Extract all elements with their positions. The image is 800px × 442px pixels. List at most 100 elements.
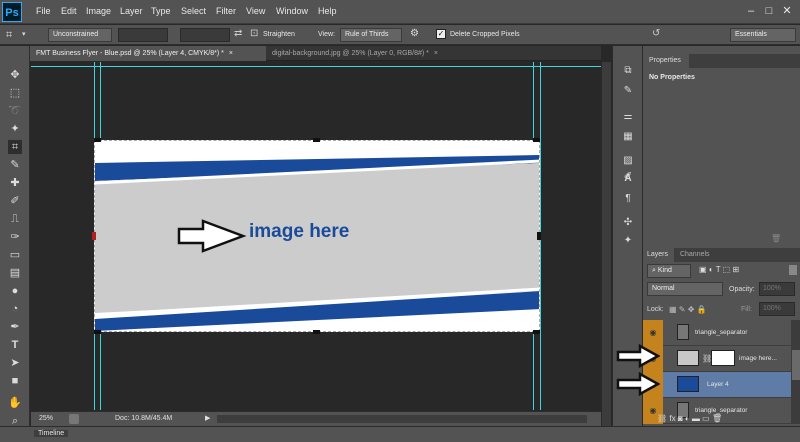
move-icon[interactable]: ✥ [8, 68, 22, 82]
layer-row-selected[interactable]: ◉ Layer 4 [643, 372, 791, 398]
crop-width-field[interactable] [118, 28, 168, 42]
layer-kind-filter[interactable]: ⌕ Kind [647, 264, 691, 278]
lock-icons[interactable]: ▦ ✎ ✥ 🔒 [669, 305, 707, 314]
guide-horizontal[interactable] [31, 66, 601, 67]
hand-icon[interactable]: ✋ [8, 396, 22, 410]
restore-button[interactable]: □ [762, 4, 776, 18]
opacity-field[interactable]: 100% [759, 282, 795, 296]
status-menu-arrow[interactable]: ▶ [205, 414, 210, 422]
type-panel-icon[interactable]: A [621, 172, 635, 186]
layer-name[interactable]: triangle_separator [695, 407, 747, 414]
filter-toggle[interactable] [789, 265, 797, 275]
straighten-label[interactable]: Straighten [263, 31, 295, 38]
blur-icon[interactable]: ● [8, 284, 22, 298]
crop-handle-bl[interactable] [94, 330, 101, 334]
crop-handle-tr[interactable] [533, 138, 540, 142]
dodge-icon[interactable]: ◔ [8, 302, 22, 316]
brush-icon[interactable]: ✐ [8, 194, 22, 208]
document-canvas[interactable]: image here [94, 140, 540, 332]
history-brush-icon[interactable]: ✑ [8, 230, 22, 244]
layer-row[interactable]: ◉ ⛓ image here... [643, 346, 791, 372]
magic-wand-icon[interactable]: ✦ [8, 122, 22, 136]
menu-edit[interactable]: Edit [61, 6, 77, 16]
menu-image[interactable]: Image [86, 6, 111, 16]
reset-icon[interactable]: ↺ [652, 28, 660, 39]
layer-thumbnail [677, 324, 689, 340]
adjustments-icon[interactable]: ⚌ [621, 110, 635, 124]
styles-icon[interactable]: ▦ [621, 130, 635, 144]
close-icon[interactable]: × [229, 50, 233, 57]
healing-icon[interactable]: ✚ [8, 176, 22, 190]
crop-icon[interactable]: ⌗ [8, 140, 22, 154]
layers-scrollbar[interactable] [791, 320, 800, 424]
menu-select[interactable]: Select [181, 6, 206, 16]
swap-icon[interactable]: ⇄ [234, 28, 242, 39]
aspect-ratio-select[interactable]: Unconstrained [48, 28, 112, 42]
menu-help[interactable]: Help [318, 6, 337, 16]
crop-tool-preset-icon[interactable]: ⌗ [6, 28, 20, 42]
layer-name[interactable]: Layer 4 [707, 381, 729, 388]
marquee-icon[interactable]: ⬚ [8, 86, 22, 100]
layer-row[interactable]: ◉ triangle_separator [643, 320, 791, 346]
close-window-button[interactable]: ✕ [780, 4, 794, 18]
type-icon[interactable]: T [8, 338, 22, 352]
annotation-arrow-2 [616, 372, 660, 396]
crop-handle-br[interactable] [533, 330, 540, 334]
close-icon[interactable]: × [434, 50, 438, 57]
status-info-icon[interactable] [69, 414, 79, 424]
vertical-scrollbar[interactable] [601, 62, 611, 426]
clone-source-icon[interactable]: ✦ [621, 234, 635, 248]
overlay-view-select[interactable]: Rule of Thirds [340, 28, 402, 42]
trash-icon[interactable]: 🗑 [771, 234, 781, 243]
gradient-icon[interactable]: ▤ [8, 266, 22, 280]
menu-view[interactable]: View [246, 6, 265, 16]
crop-handle-top[interactable] [313, 138, 320, 142]
fill-field[interactable]: 100% [759, 302, 795, 316]
crop-handle-tl[interactable] [94, 138, 101, 142]
pixel-filter-icon[interactable]: ▣ ◐ T ⬚ ⊞ [699, 265, 739, 274]
menu-window[interactable]: Window [276, 6, 308, 16]
chevron-down-icon[interactable]: ▾ [22, 30, 26, 38]
menu-file[interactable]: File [36, 6, 51, 16]
layers-footer-icons[interactable]: ⛓ fx ◙ ◐ ▬ ▭ 🗑 [657, 414, 722, 423]
clone-stamp-icon[interactable]: ⎍ [8, 212, 22, 226]
path-select-icon[interactable]: ➤ [8, 356, 22, 370]
tab-properties[interactable]: Properties [643, 54, 689, 68]
pen-icon[interactable]: ✒ [8, 320, 22, 334]
minimize-button[interactable]: – [744, 4, 758, 18]
eraser-icon[interactable]: ▭ [8, 248, 22, 262]
document-tabs: FMT Business Flyer - Blue.psd @ 25% (Lay… [30, 46, 601, 61]
delete-cropped-checkbox[interactable]: ✓ [436, 29, 446, 39]
options-bar: ⌗ ▾ Unconstrained ⇄ ⊡ Straighten View: R… [0, 25, 800, 45]
crop-height-field[interactable] [180, 28, 230, 42]
zoom-level[interactable]: 25% [39, 415, 53, 422]
tool-presets-icon[interactable]: ✎ [621, 84, 635, 98]
eye-icon[interactable]: ◉ [643, 320, 663, 346]
tools-sliders-icon[interactable]: ✣ [621, 216, 635, 230]
shape-icon[interactable]: ■ [8, 374, 22, 388]
menu-type[interactable]: Type [151, 6, 171, 16]
workspace-select[interactable]: Essentials [730, 28, 796, 42]
eyedropper-icon[interactable]: ✎ [8, 158, 22, 172]
straighten-icon[interactable]: ⊡ [250, 28, 258, 39]
tab-label: digital-background.jpg @ 25% (Layer 0, R… [272, 50, 429, 57]
gear-icon[interactable]: ⚙ [410, 28, 419, 39]
paragraph-icon[interactable]: ¶ [621, 192, 635, 206]
layer-name[interactable]: triangle_separator [695, 329, 747, 336]
tab-layers[interactable]: Layers [643, 248, 675, 262]
crop-handle-bottom[interactable] [313, 330, 320, 334]
layer-name[interactable]: image here... [739, 355, 777, 362]
tab-active-document[interactable]: FMT Business Flyer - Blue.psd @ 25% (Lay… [30, 46, 266, 61]
history-icon[interactable]: ⧉ [621, 64, 635, 78]
swatches-icon[interactable]: ▨ [621, 154, 635, 168]
tab-background-document[interactable]: digital-background.jpg @ 25% (Layer 0, R… [266, 46, 496, 61]
blend-mode-select[interactable]: Normal [647, 282, 723, 296]
timeline-tab[interactable]: Timeline [34, 430, 69, 437]
crop-handle-left[interactable] [92, 232, 96, 240]
crop-handle-right[interactable] [537, 232, 541, 240]
menu-filter[interactable]: Filter [216, 6, 236, 16]
horizontal-scrollbar[interactable] [217, 415, 587, 423]
lasso-icon[interactable]: ➰ [8, 104, 22, 118]
tab-channels[interactable]: Channels [676, 251, 710, 258]
menu-layer[interactable]: Layer [120, 6, 143, 16]
